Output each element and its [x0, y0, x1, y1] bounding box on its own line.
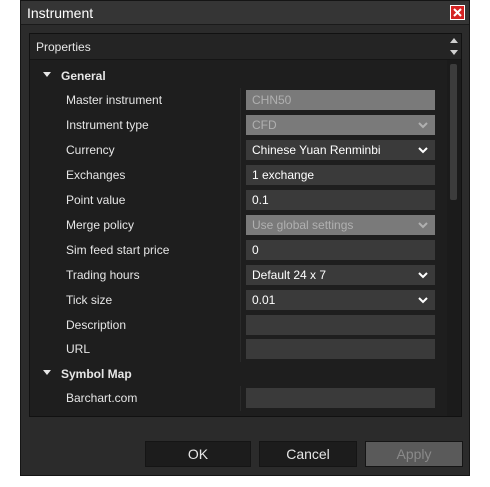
trading-hours-select[interactable]: Default 24 x 7 — [246, 265, 435, 285]
property-row-description: Description — [30, 313, 447, 338]
scroll-thumb[interactable] — [450, 64, 457, 200]
merge-policy-select: Use global settings — [246, 215, 435, 235]
property-row-exchanges: Exchanges 1 exchange — [30, 163, 447, 188]
field-value: 1 exchange — [252, 168, 315, 182]
barchart-field[interactable] — [246, 388, 435, 408]
property-row-merge-policy: Merge policy Use global settings — [30, 213, 447, 238]
category-symbol-map[interactable]: Symbol Map — [30, 362, 447, 386]
field-value: 0.01 — [252, 293, 276, 307]
field-value: Use global settings — [252, 218, 354, 232]
field-value: CHN50 — [252, 93, 292, 107]
category-label: General — [61, 69, 106, 83]
tick-size-select[interactable]: 0.01 — [246, 290, 435, 310]
field-value: 0 — [252, 243, 259, 257]
property-row-sim-feed-start-price: Sim feed start price 0 — [30, 238, 447, 263]
apply-button[interactable]: Apply — [365, 441, 463, 467]
property-label: Tick size — [66, 293, 113, 307]
header-scroll-arrows — [447, 34, 461, 60]
column-divider — [240, 213, 241, 238]
property-label: Exchanges — [66, 168, 126, 182]
property-label: Master instrument — [66, 93, 163, 107]
property-row-currency: Currency Chinese Yuan Renminbi — [30, 138, 447, 163]
chevron-down-icon — [418, 147, 428, 154]
properties-header: Properties — [30, 34, 461, 60]
property-row-barchart: Barchart.com — [30, 386, 447, 411]
column-divider — [240, 263, 241, 288]
collapse-arrow-icon[interactable] — [43, 72, 51, 77]
sim-feed-start-price-field[interactable]: 0 — [246, 240, 435, 260]
master-instrument-field: CHN50 — [246, 90, 435, 110]
column-divider — [240, 88, 241, 113]
instrument-type-select: CFD — [246, 115, 435, 135]
ok-button[interactable]: OK — [145, 441, 251, 467]
field-value: CFD — [252, 118, 277, 132]
close-button[interactable] — [450, 5, 465, 20]
chevron-down-icon — [418, 222, 428, 229]
close-icon — [453, 8, 462, 17]
column-divider — [240, 163, 241, 188]
field-value: 0.1 — [252, 193, 269, 207]
category-label: Symbol Map — [61, 367, 132, 381]
property-row-url: URL — [30, 337, 447, 362]
title-bar: Instrument — [21, 1, 469, 25]
column-divider — [240, 188, 241, 213]
url-field[interactable] — [246, 339, 435, 359]
property-label: Barchart.com — [66, 391, 138, 405]
properties-title: Properties — [36, 40, 91, 54]
column-divider — [240, 288, 241, 313]
property-label: URL — [66, 342, 91, 356]
property-label: Trading hours — [66, 268, 140, 282]
column-divider — [240, 113, 241, 138]
chevron-down-icon — [418, 122, 428, 129]
window-title: Instrument — [27, 5, 94, 21]
property-row-trading-hours: Trading hours Default 24 x 7 — [30, 263, 447, 288]
scroll-up-icon[interactable] — [450, 38, 458, 43]
column-divider — [240, 238, 241, 263]
property-label: Merge policy — [66, 218, 135, 232]
property-label: Currency — [66, 143, 115, 157]
column-divider — [240, 313, 241, 338]
exchanges-field[interactable]: 1 exchange — [246, 165, 435, 185]
field-value: Chinese Yuan Renminbi — [252, 143, 381, 157]
currency-select[interactable]: Chinese Yuan Renminbi — [246, 140, 435, 160]
column-divider — [240, 138, 241, 163]
category-general[interactable]: General — [30, 64, 447, 88]
properties-panel: Properties General Master instrument CHN… — [29, 33, 462, 417]
chevron-down-icon — [418, 297, 428, 304]
property-row-point-value: Point value 0.1 — [30, 188, 447, 213]
property-label: Point value — [66, 193, 126, 207]
cancel-button[interactable]: Cancel — [259, 441, 357, 467]
property-label: Sim feed start price — [66, 243, 170, 257]
field-value: Default 24 x 7 — [252, 268, 327, 282]
point-value-field[interactable]: 0.1 — [246, 190, 435, 210]
property-row-master-instrument: Master instrument CHN50 — [30, 88, 447, 113]
property-label: Description — [66, 318, 127, 332]
vertical-scrollbar[interactable] — [447, 60, 461, 416]
property-row-instrument-type: Instrument type CFD — [30, 113, 447, 138]
collapse-arrow-icon[interactable] — [43, 370, 51, 375]
scroll-down-icon[interactable] — [450, 50, 458, 55]
property-row-tick-size: Tick size 0.01 — [30, 288, 447, 313]
instrument-dialog: Instrument Properties General Master ins… — [20, 0, 470, 476]
column-divider — [240, 337, 241, 362]
description-field[interactable] — [246, 315, 435, 335]
column-divider — [240, 386, 241, 411]
property-label: Instrument type — [66, 118, 149, 132]
chevron-down-icon — [418, 272, 428, 279]
